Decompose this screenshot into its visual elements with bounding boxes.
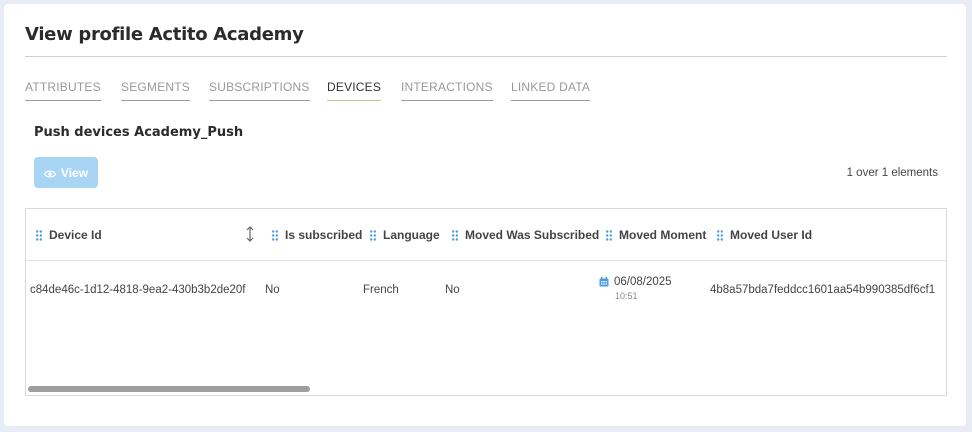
tab-subscriptions[interactable]: SUBSCRIPTIONS [209,80,310,101]
column-header-label: Language [383,228,440,242]
table-header: Device Id Is subscribed Language Moved W… [26,209,946,261]
tab-linked-data[interactable]: LINKED DATA [511,80,591,101]
column-header-device-id[interactable]: Device Id [36,228,102,242]
column-header-label: Moved Was Subscribed [465,228,600,242]
column-header-label: Is subscribed [285,228,363,242]
column-header-moved-was-subscribed[interactable]: Moved Was Subscribed [452,228,599,242]
column-header-moved-moment[interactable]: Moved Moment [606,228,706,242]
devices-table: Device Id Is subscribed Language Moved W… [25,208,947,396]
grip-icon[interactable] [717,229,723,241]
element-count: 1 over 1 elements [846,167,938,179]
cell-moved-was-subscribed: No [445,284,460,296]
column-header-moved-user-id[interactable]: Moved User Id [717,228,812,242]
grip-icon[interactable] [452,229,458,241]
view-button-label: View [60,165,89,180]
profile-card: View profile Actito Academy ATTRIBUTES S… [4,4,966,426]
moment-time: 10:51 [615,291,638,301]
tab-interactions[interactable]: INTERACTIONS [401,80,493,101]
column-header-label: Moved Moment [619,228,707,242]
view-button[interactable]: View [34,157,98,188]
grip-icon[interactable] [36,229,42,241]
horizontal-scrollbar[interactable] [28,386,310,392]
moment-date: 06/08/2025 [614,276,672,288]
title-divider [25,56,947,57]
sort-icon[interactable] [245,226,255,242]
column-header-language[interactable]: Language [370,228,440,242]
column-header-label: Device Id [49,228,102,242]
grip-icon[interactable] [272,229,278,241]
eye-icon [43,168,57,178]
cell-is-subscribed: No [265,284,280,296]
cell-moved-moment: 06/08/2025 10:51 [599,276,672,301]
column-header-is-subscribed[interactable]: Is subscribed [272,228,362,242]
grip-icon[interactable] [606,229,612,241]
calendar-icon [599,277,609,287]
section-title: Push devices Academy_Push [34,125,244,140]
column-header-label: Moved User Id [730,228,813,242]
page-title: View profile Actito Academy [25,24,304,45]
cell-language: French [363,284,399,296]
cell-moved-user-id: 4b8a57bda7feddcc1601aa54b990385df6cf1 [710,284,936,296]
tab-segments[interactable]: SEGMENTS [121,80,190,101]
cell-device-id: c84de46c-1d12-4818-9ea2-430b3b2de20f [30,284,246,296]
tab-devices[interactable]: DEVICES [327,80,382,101]
grip-icon[interactable] [370,229,376,241]
tab-attributes[interactable]: ATTRIBUTES [25,80,101,101]
